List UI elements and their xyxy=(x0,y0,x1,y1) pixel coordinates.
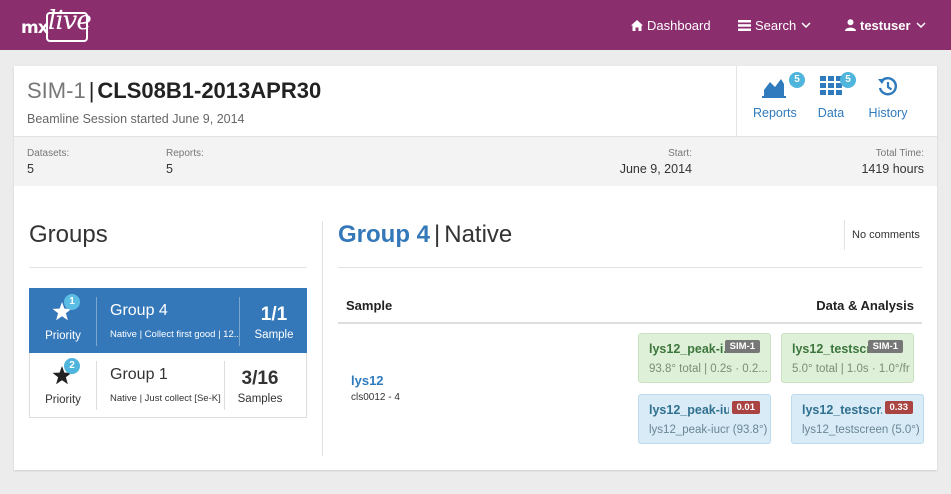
area-chart-icon xyxy=(762,76,786,102)
sample-location: cls0012 - 4 xyxy=(351,392,400,403)
history-icon xyxy=(877,76,899,102)
divider xyxy=(96,297,97,346)
stat-start-label: Start: xyxy=(668,148,692,159)
chevron-down-icon xyxy=(916,21,926,29)
title-separator: | xyxy=(88,78,95,103)
tile-name: lys12_testscr... xyxy=(802,403,882,417)
tile-tag: SIM-1 xyxy=(724,340,760,353)
stat-total-time-value: 1419 hours xyxy=(861,162,924,176)
column-header-data: Data & Analysis xyxy=(816,298,914,313)
session-prefix: SIM-1 xyxy=(27,78,86,103)
group-heading-separator: | xyxy=(434,221,441,248)
divider xyxy=(224,361,225,410)
group-heading-name: Group 4 xyxy=(338,221,431,248)
report-tile[interactable]: lys12_peak-iu... 0.01 lys12_peak-iucr (9… xyxy=(638,394,771,444)
stat-reports: Reports: 5 xyxy=(166,148,204,176)
nav-user-dropdown[interactable]: testuser xyxy=(845,0,926,50)
tile-name: lys12_peak-i... xyxy=(649,342,729,356)
stat-start-value: June 9, 2014 xyxy=(619,162,692,176)
stat-start: Start: June 9, 2014 xyxy=(620,148,692,176)
nav-search-dropdown[interactable]: Search xyxy=(738,0,811,50)
priority-label: Priority xyxy=(45,330,81,342)
mxlive-logo[interactable]: mx live xyxy=(21,6,92,44)
tile-tag: SIM-1 xyxy=(867,340,903,353)
data-button[interactable]: 5 Data xyxy=(816,72,856,120)
session-stats: Datasets: 5 Reports: 5 Start: June 9, 20… xyxy=(14,136,937,186)
data-label: Data xyxy=(817,106,845,120)
tile-name: lys12_peak-iu... xyxy=(649,403,729,417)
history-button[interactable]: History xyxy=(868,76,908,120)
tile-description: lys12_testscreen (5.0°) xyxy=(802,424,920,436)
page-title: SIM-1 | CLS08B1-2013APR30 xyxy=(27,78,321,104)
home-icon xyxy=(631,19,643,31)
group-description: Native | Collect first good | 12... xyxy=(110,329,238,340)
priority-cell: 1 Priority xyxy=(30,289,96,354)
tile-description: 5.0° total | 1.0s · 1.0°/fr... xyxy=(792,363,910,375)
stat-datasets-label: Datasets: xyxy=(27,148,70,159)
top-navbar: mx live Dashboard Search testuser xyxy=(0,0,951,50)
comments-status: No comments xyxy=(844,220,922,250)
priority-badge: 2 xyxy=(64,358,80,374)
priority-badge: 1 xyxy=(64,294,80,310)
table-header-rule xyxy=(338,322,922,324)
session-actions: 5 Reports 5 Data History xyxy=(736,66,937,136)
data-count-badge: 5 xyxy=(840,72,856,88)
priority-label: Priority xyxy=(45,394,81,406)
group-heading: Group 4 | Native xyxy=(338,221,512,249)
group-sample-count: 1/1 xyxy=(260,304,288,325)
logo-prefix: mx xyxy=(21,18,49,38)
stat-datasets-value: 5 xyxy=(27,162,34,176)
group-description: Native | Just collect [Se-K] xyxy=(110,393,221,404)
reports-count-badge: 5 xyxy=(789,72,805,88)
nav-user-label: testuser xyxy=(860,17,911,33)
list-icon xyxy=(738,19,751,31)
group-sample-label: Sample xyxy=(254,329,294,341)
sample-link[interactable]: lys12 xyxy=(351,373,384,388)
tile-description: lys12_peak-iucr (93.8°) xyxy=(649,424,767,436)
grid-icon xyxy=(820,76,842,102)
dataset-tile[interactable]: lys12_testscre... SIM-1 5.0° total | 1.0… xyxy=(781,333,914,383)
tile-description: 93.8° total | 0.2s · 0.2... xyxy=(649,363,767,375)
stat-reports-label: Reports: xyxy=(166,148,204,159)
group-sample-count: 3/16 xyxy=(241,368,279,389)
nav-dashboard-label: Dashboard xyxy=(647,17,711,33)
column-header-sample: Sample xyxy=(346,298,393,313)
reports-label: Reports xyxy=(753,106,797,120)
chevron-down-icon xyxy=(801,21,811,29)
user-icon xyxy=(845,19,856,31)
divider xyxy=(29,267,307,268)
report-tile[interactable]: lys12_testscr... 0.33 lys12_testscreen (… xyxy=(791,394,924,444)
panel-divider xyxy=(322,221,323,456)
divider xyxy=(96,361,97,410)
nav-dashboard[interactable]: Dashboard xyxy=(631,0,711,50)
stat-total-time: Total Time: 1419 hours xyxy=(861,148,924,176)
history-label: History xyxy=(868,106,908,120)
group-name: Group 4 xyxy=(110,302,168,319)
group-item[interactable]: 2 Priority Group 1 Native | Just collect… xyxy=(29,353,307,418)
group-list: 1 Priority Group 4 Native | Collect firs… xyxy=(29,288,307,418)
group-sample-label: Samples xyxy=(237,393,283,405)
group-item[interactable]: 1 Priority Group 4 Native | Collect firs… xyxy=(29,288,307,353)
groups-heading: Groups xyxy=(29,221,108,248)
priority-cell: 2 Priority xyxy=(30,353,96,418)
dataset-tile[interactable]: lys12_peak-i... SIM-1 93.8° total | 0.2s… xyxy=(638,333,771,383)
group-name: Group 1 xyxy=(110,366,168,383)
stat-total-time-label: Total Time: xyxy=(875,148,924,159)
tile-score: 0.01 xyxy=(731,401,760,414)
divider xyxy=(338,267,922,268)
session-card: SIM-1 | CLS08B1-2013APR30 Beamline Session… xyxy=(14,66,937,470)
reports-button[interactable]: 5 Reports xyxy=(753,72,805,120)
session-subtitle: Beamline Session started June 9, 2014 xyxy=(27,112,245,126)
stat-datasets: Datasets: 5 xyxy=(27,148,69,176)
session-name: CLS08B1-2013APR30 xyxy=(97,78,322,103)
group-heading-kind: Native xyxy=(444,221,513,248)
logo-word: live xyxy=(48,6,92,36)
stat-reports-value: 5 xyxy=(166,162,173,176)
nav-search-label: Search xyxy=(755,17,797,33)
tile-score: 0.33 xyxy=(884,401,913,414)
tile-name: lys12_testscre... xyxy=(792,342,872,356)
